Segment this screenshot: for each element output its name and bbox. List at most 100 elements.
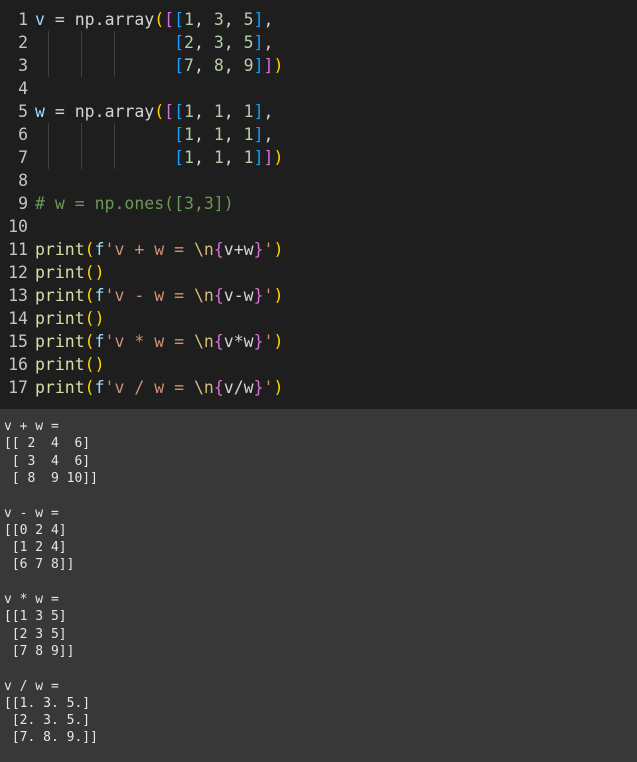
code-token: , — [193, 148, 214, 167]
output-line: v - w = — [4, 505, 59, 521]
code-token: , — [223, 10, 244, 29]
code-token: 'v + w = — [104, 240, 194, 259]
code-token: ] — [253, 102, 264, 121]
line-number: 6 — [18, 125, 28, 144]
code-token: ] — [253, 148, 264, 167]
code-line[interactable]: 11 print(f'v + w = \n{v+w}') — [0, 238, 637, 261]
code-token: 1 — [243, 102, 254, 121]
code-token: [ — [164, 102, 175, 121]
code-token: = — [44, 102, 75, 121]
output-line: [[1 3 5] — [4, 609, 67, 625]
code-token: print — [35, 263, 85, 282]
line-number: 9 — [18, 194, 28, 213]
line-number: 14 — [8, 309, 28, 328]
code-token: 1 — [184, 10, 194, 29]
code-token: 1 — [243, 148, 254, 167]
code-token: np — [74, 10, 95, 29]
code-line[interactable]: 8 — [0, 169, 637, 192]
code-content: print() — [35, 261, 105, 284]
code-line[interactable]: 6 [1, 1, 1], — [0, 123, 637, 146]
code-token: ( — [84, 286, 95, 305]
code-token: ( — [84, 263, 95, 282]
code-token: [ — [174, 148, 185, 167]
code-content: print(f'v + w = \n{v+w}') — [35, 238, 283, 261]
code-line[interactable]: 10 — [0, 215, 637, 238]
code-line[interactable]: 16 print() — [0, 353, 637, 376]
code-token: 'v * w = — [104, 332, 194, 351]
code-token: ) — [94, 309, 105, 328]
code-token: \n — [193, 332, 214, 351]
code-token: 1 — [213, 102, 224, 121]
code-token: 7 — [184, 56, 194, 75]
code-token: ) — [273, 332, 284, 351]
code-line[interactable]: 15 print(f'v * w = \n{v*w}') — [0, 330, 637, 353]
code-content: print(f'v * w = \n{v*w}') — [35, 330, 283, 353]
code-token: , — [193, 56, 214, 75]
line-number: 17 — [8, 378, 28, 397]
code-token: array — [104, 102, 155, 121]
code-token: v*w — [223, 332, 254, 351]
output-line: [[ 2 4 6] — [4, 436, 91, 452]
indent-guide — [48, 31, 49, 77]
code-content: [2, 3, 5], — [35, 31, 273, 54]
code-token: ' — [263, 332, 274, 351]
code-token: , — [193, 102, 214, 121]
output-panel: v + w = [[ 2 4 6] [ 3 4 6] [ 8 9 10]] v - … — [0, 409, 637, 762]
code-token: , — [193, 125, 214, 144]
code-token: f — [94, 332, 105, 351]
code-token: ] — [263, 56, 274, 75]
code-line[interactable]: 13 print(f'v - w = \n{v-w}') — [0, 284, 637, 307]
code-content: print(f'v / w = \n{v/w}') — [35, 376, 283, 399]
code-line[interactable]: 9 # w = np.ones([3,3]) — [0, 192, 637, 215]
indent-guide — [48, 123, 49, 169]
code-token: } — [253, 240, 264, 259]
code-token: np — [74, 102, 95, 121]
code-content: [1, 1, 1]]) — [35, 146, 283, 169]
code-content: v = np.array([[1, 3, 5], — [35, 8, 273, 31]
code-token: [ — [174, 33, 185, 52]
code-token: 'v - w = — [104, 286, 194, 305]
output-line: [2. 3. 5.] — [4, 713, 91, 729]
code-token: , — [263, 102, 274, 121]
code-token: [ — [174, 102, 185, 121]
code-token: , — [193, 10, 214, 29]
line-number: 12 — [8, 263, 28, 282]
line-number: 3 — [18, 56, 28, 75]
code-token: { — [213, 286, 224, 305]
code-token: = — [44, 10, 75, 29]
code-token: 9 — [243, 56, 254, 75]
code-content: print(f'v - w = \n{v-w}') — [35, 284, 283, 307]
code-token: print — [35, 378, 85, 397]
code-token: ] — [253, 10, 264, 29]
code-token: v+w — [223, 240, 254, 259]
code-token: , — [263, 10, 274, 29]
line-number: 13 — [8, 286, 28, 305]
code-line[interactable]: 14 print() — [0, 307, 637, 330]
code-token: \n — [193, 240, 214, 259]
line-number: 7 — [18, 148, 28, 167]
code-token: ) — [273, 378, 284, 397]
code-line[interactable]: 3 [7, 8, 9]]) — [0, 54, 637, 77]
code-line[interactable]: 17 print(f'v / w = \n{v/w}') — [0, 376, 637, 399]
code-token: { — [213, 332, 224, 351]
code-content: print() — [35, 307, 105, 330]
code-token: [ — [174, 125, 185, 144]
code-token: 3 — [213, 33, 224, 52]
code-line[interactable]: 4 — [0, 77, 637, 100]
code-line[interactable]: 2 [2, 3, 5], — [0, 31, 637, 54]
code-token: \n — [193, 286, 214, 305]
output-line: [[1. 3. 5.] — [4, 695, 91, 711]
code-line[interactable]: 7 [1, 1, 1]]) — [0, 146, 637, 169]
code-content: [7, 8, 9]]) — [35, 54, 283, 77]
output-line: [7 8 9]] — [4, 643, 75, 659]
code-line[interactable]: 5w = np.array([[1, 1, 1], — [0, 100, 637, 123]
line-number: 2 — [18, 33, 28, 52]
code-line[interactable]: 12 print() — [0, 261, 637, 284]
code-line[interactable]: 1v = np.array([[1, 3, 5], — [0, 8, 637, 31]
code-token: 1 — [213, 125, 224, 144]
code-editor[interactable]: 1v = np.array([[1, 3, 5], 2 [2, 3, 5], 3 [… — [0, 0, 637, 409]
code-token: # w = np.ones([3,3]) — [35, 194, 234, 213]
output-line: [2 3 5] — [4, 626, 67, 642]
code-token: ( — [84, 240, 95, 259]
